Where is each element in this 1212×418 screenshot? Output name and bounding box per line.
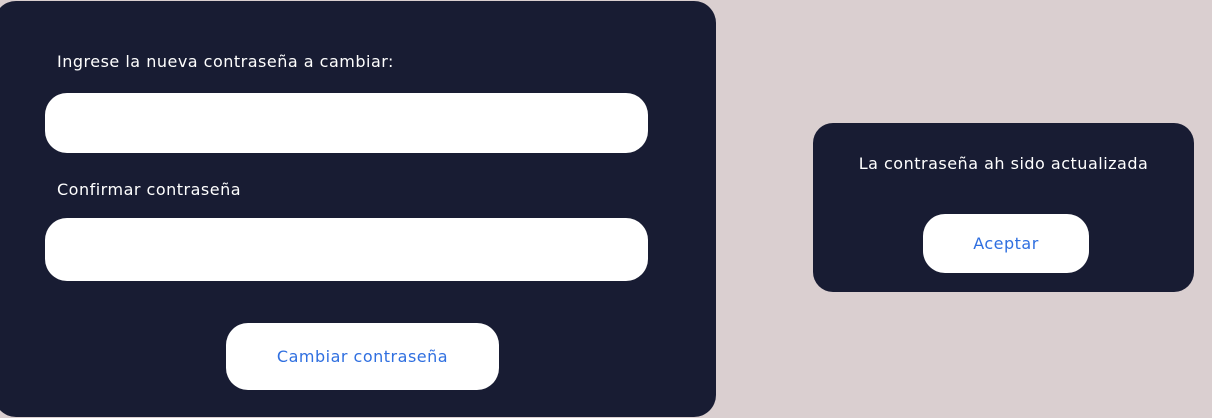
new-password-field[interactable] bbox=[45, 93, 648, 153]
new-password-label: Ingrese la nueva contraseña a cambiar: bbox=[57, 52, 394, 71]
accept-button[interactable]: Aceptar bbox=[923, 214, 1089, 273]
confirmation-dialog: La contraseña ah sido actualizada Acepta… bbox=[813, 123, 1194, 292]
change-password-button[interactable]: Cambiar contraseña bbox=[226, 323, 499, 390]
confirm-password-field[interactable] bbox=[45, 218, 648, 281]
confirmation-message: La contraseña ah sido actualizada bbox=[858, 154, 1149, 173]
change-password-panel: Ingrese la nueva contraseña a cambiar: C… bbox=[0, 1, 716, 417]
confirm-password-label: Confirmar contraseña bbox=[57, 180, 242, 199]
